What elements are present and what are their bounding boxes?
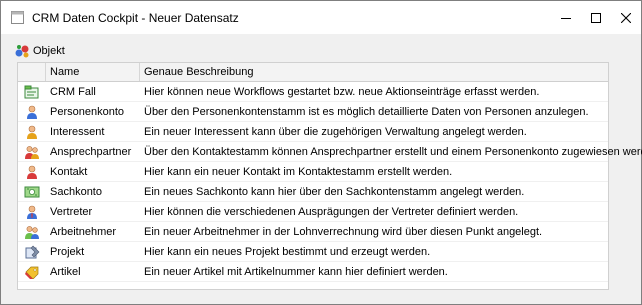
table-row-personenkonto[interactable]: Personenkonto Über den Personenkontensta… — [18, 102, 608, 122]
table-row-crm-fall[interactable]: CRM Fall Hier können neue Workflows gest… — [18, 82, 608, 102]
table-row-kontakt[interactable]: Kontakt Hier kann ein neuer Kontakt im K… — [18, 162, 608, 182]
minimize-icon — [561, 17, 571, 19]
object-group-label: Objekt — [33, 45, 65, 57]
table-row-interessent[interactable]: Interessent Ein neuer Interessent kann ü… — [18, 122, 608, 142]
row-name: Arbeitnehmer — [50, 226, 117, 238]
row-name: Personenkonto — [50, 106, 124, 118]
person-account-icon — [27, 105, 37, 119]
table-row-arbeitnehmer[interactable]: Arbeitnehmer Ein neuer Arbeitnehmer in d… — [18, 222, 608, 242]
row-description: Ein neuer Interessent kann über die zuge… — [144, 126, 527, 138]
employee-icon — [25, 226, 39, 239]
row-description: Ein neues Sachkonto kann hier über den S… — [144, 186, 525, 198]
table-row-artikel[interactable]: Artikel Ein neuer Artikel mit Artikelnum… — [18, 262, 608, 282]
ledger-account-icon — [24, 186, 40, 198]
close-icon — [621, 12, 631, 23]
column-header-name[interactable]: Name — [46, 63, 140, 81]
row-description: Ein neuer Artikel mit Artikelnummer kann… — [144, 266, 448, 278]
table-row-sachkonto[interactable]: Sachkonto Ein neues Sachkonto kann hier … — [18, 182, 608, 202]
object-table: Name Genaue Beschreibung CRM Fall Hier k… — [17, 62, 642, 290]
column-header-description[interactable]: Genaue Beschreibung — [140, 63, 608, 81]
row-name: Interessent — [50, 126, 105, 138]
table-row-projekt[interactable]: Projekt Hier kann ein neues Projekt best… — [18, 242, 608, 262]
window-title: CRM Daten Cockpit - Neuer Datensatz — [32, 11, 239, 25]
dialog-window: CRM Daten Cockpit - Neuer Datensatz Obje… — [0, 0, 642, 305]
column-header-icon[interactable] — [18, 63, 46, 81]
crm-case-icon — [24, 85, 39, 99]
row-description: Hier können die verschiedenen Ausprägung… — [144, 206, 519, 218]
prospect-icon — [27, 125, 37, 139]
row-name: Artikel — [50, 266, 81, 278]
contact-icon — [27, 165, 37, 179]
row-description: Hier kann ein neues Projekt bestimmt und… — [144, 246, 431, 258]
row-description: Über den Personenkontenstamm ist es mögl… — [144, 106, 589, 118]
row-name: Sachkonto — [50, 186, 102, 198]
row-name: Kontakt — [50, 166, 88, 178]
row-description: Hier kann ein neuer Kontakt im Kontaktes… — [144, 166, 453, 178]
close-button[interactable] — [611, 1, 641, 34]
maximize-button[interactable] — [581, 1, 611, 34]
window-app-icon — [11, 11, 24, 24]
representative-icon — [27, 205, 37, 219]
row-name: CRM Fall — [50, 86, 96, 98]
row-description: Hier können neue Workflows gestartet bzw… — [144, 86, 540, 98]
article-icon — [25, 266, 39, 279]
row-description: Ein neuer Arbeitnehmer in der Lohnverrec… — [144, 226, 543, 238]
table-header: Name Genaue Beschreibung — [18, 63, 608, 82]
contact-person-icon — [25, 146, 39, 159]
object-group-header: Objekt — [15, 44, 65, 58]
table-row-vertreter[interactable]: Vertreter Hier können die verschiedenen … — [18, 202, 608, 222]
row-description: Über den Kontaktestamm können Ansprechpa… — [144, 146, 642, 158]
title-bar[interactable]: CRM Daten Cockpit - Neuer Datensatz — [1, 1, 641, 34]
table-row-ansprechpartner[interactable]: Ansprechpartner Über den Kontaktestamm k… — [18, 142, 642, 162]
minimize-button[interactable] — [551, 1, 581, 34]
row-name: Projekt — [50, 246, 85, 258]
row-name: Ansprechpartner — [50, 146, 132, 158]
row-name: Vertreter — [50, 206, 93, 218]
maximize-icon — [591, 12, 601, 23]
table-body: CRM Fall Hier können neue Workflows gest… — [18, 82, 642, 282]
project-icon — [25, 245, 40, 259]
dialog-content: Objekt Name Genaue Beschreibung CRM Fall — [1, 34, 642, 304]
object-group-icon — [15, 45, 29, 58]
